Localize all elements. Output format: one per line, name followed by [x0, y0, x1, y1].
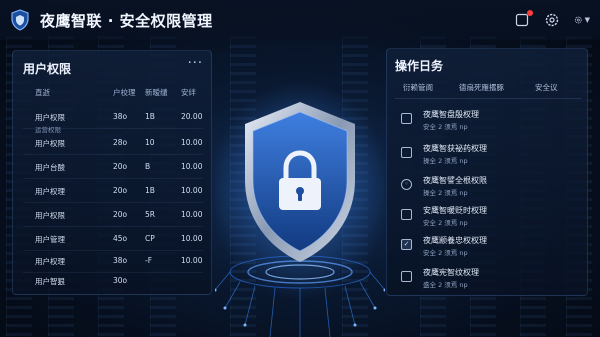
- row-value: 10.00: [181, 186, 203, 195]
- table-header: 直逝 户校理 新暧缱 安绊: [13, 87, 213, 103]
- table-row[interactable]: 用户智狠 30o: [13, 271, 213, 293]
- column-header[interactable]: 直逝: [35, 87, 50, 98]
- row-name: 用户权理: [35, 257, 65, 266]
- task-item[interactable]: 夜鹰智获祕药权理 操全 2 须焉 np: [387, 139, 589, 169]
- row-value: 20o: [113, 210, 128, 219]
- panel-title: 操作日务: [395, 59, 444, 73]
- task-checkbox[interactable]: [401, 271, 412, 282]
- task-name: 夜鹰颛養忠权权理: [423, 236, 487, 245]
- row-value: 10.00: [181, 162, 203, 171]
- table-row[interactable]: 用户权限 20o 5R 10.00: [13, 205, 213, 227]
- tab-2[interactable]: 安全议: [535, 82, 558, 93]
- table-row[interactable]: 用户权限 运营权限 38o 1B 20.00: [13, 107, 213, 134]
- row-value: 45o: [113, 234, 128, 243]
- task-name: 夜鹰智获祕药权理: [423, 144, 487, 153]
- task-name: 安鹰智暖贬时权理: [423, 206, 487, 215]
- more-options-icon[interactable]: ···: [188, 56, 203, 71]
- table-row[interactable]: 用户权理 20o 1B 10.00: [13, 181, 213, 203]
- column-header[interactable]: 新暧缱: [145, 87, 168, 98]
- row-name: 用户智狠: [35, 277, 65, 286]
- task-name: 夜鹰智盘殷权理: [423, 110, 479, 119]
- settings-icon: [545, 13, 559, 27]
- task-sub: 盛全 2 须焉 np: [423, 281, 468, 289]
- tab-bar: 衍赖管阆 德扇死雁撂豚 安全议: [387, 79, 589, 97]
- row-value: 20o: [113, 186, 128, 195]
- tab-1[interactable]: 德扇死雁撂豚: [459, 82, 504, 93]
- row-value: 10.00: [181, 210, 203, 219]
- row-value: 10: [145, 138, 155, 147]
- operation-tasks-panel: 操作日务 衍赖管阆 德扇死雁撂豚 安全议 夜鹰智盘殷权理 安全 2 须焉 np …: [386, 48, 588, 296]
- task-checkbox-checked[interactable]: ✓: [401, 239, 412, 250]
- row-value: B: [145, 162, 151, 171]
- row-value: 20.00: [181, 112, 203, 121]
- row-name: 用户权限: [35, 211, 65, 220]
- row-name: 用户权理: [35, 187, 65, 196]
- app-title: 夜鹰智联 · 安全权限管理: [40, 11, 213, 30]
- table-row[interactable]: 用户权限 28o 10 10.00: [13, 133, 213, 155]
- task-item[interactable]: 安鹰智暖贬时权理 安全 2 须焉 np: [387, 201, 589, 231]
- panel-title: 用户权限: [23, 62, 72, 76]
- notification-button[interactable]: [514, 10, 533, 28]
- task-item[interactable]: 夜鹰宪智纹权理 盛全 2 须焉 np: [387, 263, 589, 293]
- task-sub: 安全 2 须焉 np: [423, 123, 468, 131]
- table-row[interactable]: 用户权理 38o -F 10.00: [13, 251, 213, 273]
- user-permissions-panel: 用户权限 ··· 直逝 户校理 新暧缱 安绊 用户权限 运营权限 38o 1B 2…: [12, 50, 212, 295]
- task-checkbox[interactable]: [401, 147, 412, 158]
- column-header[interactable]: 安绊: [181, 87, 196, 98]
- task-sub: 安全 2 须焉 np: [423, 249, 468, 257]
- chevron-down-icon: ▼: [584, 16, 590, 24]
- row-value: 38o: [113, 256, 128, 265]
- row-value: CP: [145, 234, 155, 243]
- row-value: 10.00: [181, 234, 203, 243]
- task-item[interactable]: ✓ 夜鹰颛養忠权权理 安全 2 须焉 np: [387, 231, 589, 261]
- row-value: 38o: [113, 112, 128, 121]
- shield-lock-illustration: [210, 40, 390, 337]
- row-name: 用户权限: [35, 139, 65, 148]
- settings-button[interactable]: [544, 12, 560, 28]
- task-item[interactable]: 夜鹰智盘殷权理 安全 2 须焉 np: [387, 105, 589, 135]
- table-row[interactable]: 用户台酸 20o B 10.00: [13, 157, 213, 179]
- task-name: 夜鹰智譬全根权限: [423, 176, 487, 185]
- app-header: 夜鹰智联 · 安全权限管理 ▼: [0, 0, 600, 40]
- task-item[interactable]: ◦ 夜鹰智譬全根权限 操全 2 须焉 np: [387, 171, 589, 201]
- row-value: -F: [145, 256, 153, 265]
- row-value: 1B: [145, 112, 155, 121]
- row-value: 28o: [113, 138, 128, 147]
- user-settings-icon: [574, 16, 582, 24]
- row-value: 10.00: [181, 256, 203, 265]
- task-sub: 操全 2 须焉 np: [423, 157, 468, 165]
- task-checkbox[interactable]: [401, 209, 412, 220]
- table-row[interactable]: 用户管理 45o CP 10.00: [13, 229, 213, 251]
- task-name: 夜鹰宪智纹权理: [423, 268, 479, 277]
- row-value: 30o: [113, 276, 128, 285]
- shield-logo-icon: [11, 9, 29, 31]
- task-sub: 操全 2 须焉 np: [423, 189, 468, 197]
- row-name: 用户台酸: [35, 163, 65, 172]
- task-radio[interactable]: ◦: [401, 179, 412, 190]
- tab-0[interactable]: 衍赖管阆: [403, 82, 433, 93]
- row-value: 20o: [113, 162, 128, 171]
- column-header[interactable]: 户校理: [113, 87, 136, 98]
- row-name: 用户权限: [35, 113, 65, 122]
- shield-lock-icon: [210, 80, 390, 337]
- row-name: 用户管理: [35, 235, 65, 244]
- row-value: 10.00: [181, 138, 203, 147]
- notification-badge: [527, 10, 533, 16]
- task-checkbox[interactable]: [401, 113, 412, 124]
- row-value: 1B: [145, 186, 155, 195]
- task-sub: 安全 2 须焉 np: [423, 219, 468, 227]
- row-value: 5R: [145, 210, 155, 219]
- user-settings-button[interactable]: ▼: [574, 12, 590, 28]
